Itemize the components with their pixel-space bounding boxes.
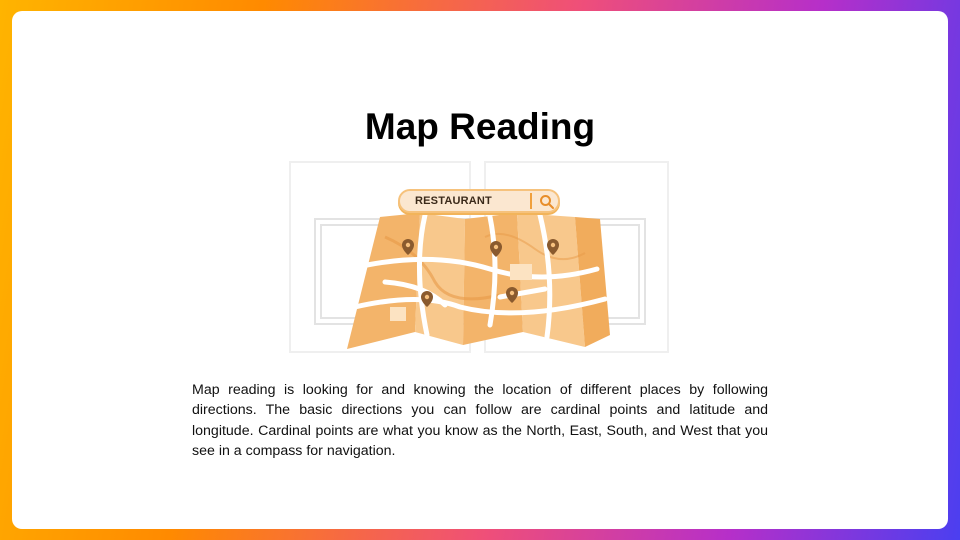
page-title: Map Reading <box>364 106 596 147</box>
search-icon <box>540 195 554 209</box>
map-block <box>390 307 406 321</box>
search-divider <box>530 193 532 209</box>
search-bar: RESTAURANT <box>398 189 560 213</box>
folded-map-illustration <box>289 161 669 353</box>
map-block <box>510 264 532 280</box>
search-bar-label: RESTAURANT <box>415 195 492 207</box>
description-paragraph: Map reading is looking for and knowing t… <box>192 382 768 460</box>
